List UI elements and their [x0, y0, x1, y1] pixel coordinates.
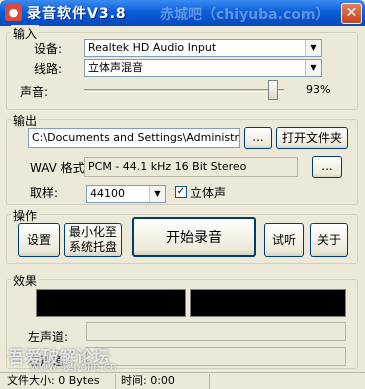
- minimize-label-line-1: 最小化至: [68, 225, 117, 239]
- title-bar: ● 录音软件V3.8 赤城吧（chiyuba.com） ✕: [0, 0, 365, 26]
- wav-format-label: WAV 格式:: [30, 161, 89, 175]
- chevron-down-icon[interactable]: ▼: [305, 40, 321, 56]
- site-watermark: 赤城吧（chiyuba.com）: [160, 7, 330, 23]
- app-icon: ●: [5, 4, 22, 21]
- settings-button[interactable]: 设置: [18, 223, 60, 257]
- volume-percent: 93%: [306, 83, 331, 96]
- line-select-value: 立体声混音: [88, 61, 143, 74]
- left-channel-level: [86, 322, 346, 341]
- line-label: 线路:: [34, 62, 63, 76]
- right-spectrum-display: [190, 289, 346, 317]
- volume-slider-track[interactable]: [84, 89, 284, 92]
- left-spectrum-display: [36, 289, 186, 317]
- device-select[interactable]: Realtek HD Audio Input ▼: [84, 39, 322, 57]
- effect-group-title: 效果: [11, 272, 40, 289]
- window-title: 录音软件V3.8: [27, 6, 127, 22]
- close-button[interactable]: ✕: [341, 3, 362, 24]
- stereo-checkbox[interactable]: ✓: [175, 186, 187, 198]
- volume-slider-thumb[interactable]: [268, 80, 278, 100]
- minimize-to-tray-button[interactable]: 最小化至 系统托盘: [64, 223, 122, 257]
- operation-group-title: 操作: [11, 207, 40, 224]
- wav-format-field: PCM - 44.1 kHz 16 Bit Stereo: [84, 157, 298, 177]
- right-channel-level: [86, 347, 346, 366]
- minimize-label-line-2: 系统托盘: [68, 240, 117, 254]
- status-bar: 文件大小: 0 Bytes 时间: 0:00: [0, 372, 365, 389]
- format-options-button[interactable]: ...: [312, 156, 342, 178]
- line-select[interactable]: 立体声混音 ▼: [84, 59, 322, 77]
- device-label: 设备:: [34, 42, 63, 56]
- about-button[interactable]: 关于: [310, 223, 348, 257]
- time-status: 时间: 0:00: [118, 374, 210, 389]
- sample-label: 取样:: [30, 186, 59, 200]
- volume-label: 声音:: [20, 85, 49, 99]
- browse-button[interactable]: ...: [244, 127, 272, 149]
- chevron-down-icon[interactable]: ▼: [149, 186, 165, 202]
- open-folder-button[interactable]: 打开文件夹: [276, 127, 348, 149]
- sample-rate-value: 44100: [90, 187, 125, 200]
- sample-rate-select[interactable]: 44100 ▼: [86, 185, 166, 203]
- chevron-down-icon[interactable]: ▼: [305, 60, 321, 76]
- file-size-status: 文件大小: 0 Bytes: [4, 374, 116, 389]
- stereo-label[interactable]: 立体声: [190, 184, 226, 201]
- output-group-title: 输出: [11, 112, 40, 129]
- output-path-field[interactable]: C:\Documents and Settings\Administrator\…: [28, 128, 240, 148]
- listen-button[interactable]: 试听: [264, 223, 304, 257]
- start-recording-button[interactable]: 开始录音: [132, 217, 256, 257]
- device-select-value: Realtek HD Audio Input: [88, 41, 217, 54]
